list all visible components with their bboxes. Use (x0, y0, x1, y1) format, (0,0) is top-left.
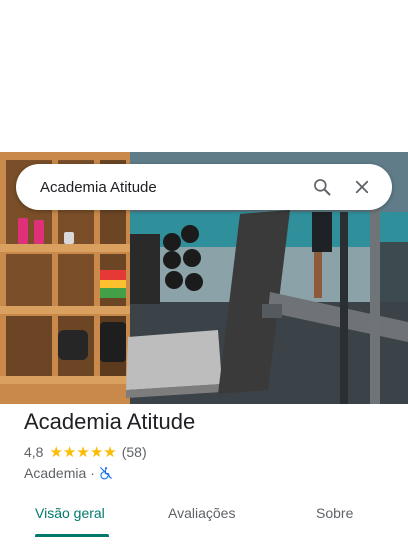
separator: · (90, 465, 95, 481)
star-icon: ★ (76, 443, 90, 461)
search-button[interactable] (308, 173, 336, 201)
tab-reviews[interactable]: Avaliações (168, 505, 235, 521)
rating-row[interactable]: 4,8 ★ ★ ★ ★ ★ (58) (24, 444, 147, 460)
tab-about[interactable]: Sobre (316, 505, 353, 521)
search-bar[interactable]: Academia Atitude (16, 164, 392, 210)
star-icon: ★ (49, 443, 63, 461)
close-icon (355, 180, 369, 194)
rating-value: 4,8 (24, 444, 44, 460)
active-tab-indicator (35, 534, 109, 537)
place-category: Academia (24, 465, 87, 481)
review-count[interactable]: (58) (122, 444, 147, 460)
place-name: Academia Atitude (24, 409, 196, 434)
close-button[interactable] (348, 173, 376, 201)
tab-overview[interactable]: Visão geral (35, 505, 105, 521)
wheelchair-unavailable-icon (100, 467, 112, 480)
star-rating: ★ ★ ★ ★ ★ (49, 445, 116, 460)
search-icon (314, 179, 331, 196)
search-input[interactable]: Academia Atitude (16, 179, 308, 196)
star-icon: ★ (89, 443, 104, 461)
star-icon: ★ (62, 443, 77, 461)
category-row: Academia · (24, 465, 113, 481)
tab-bar: Visão geral Avaliações Sobre (0, 494, 408, 538)
star-icon: ★ (103, 443, 117, 461)
